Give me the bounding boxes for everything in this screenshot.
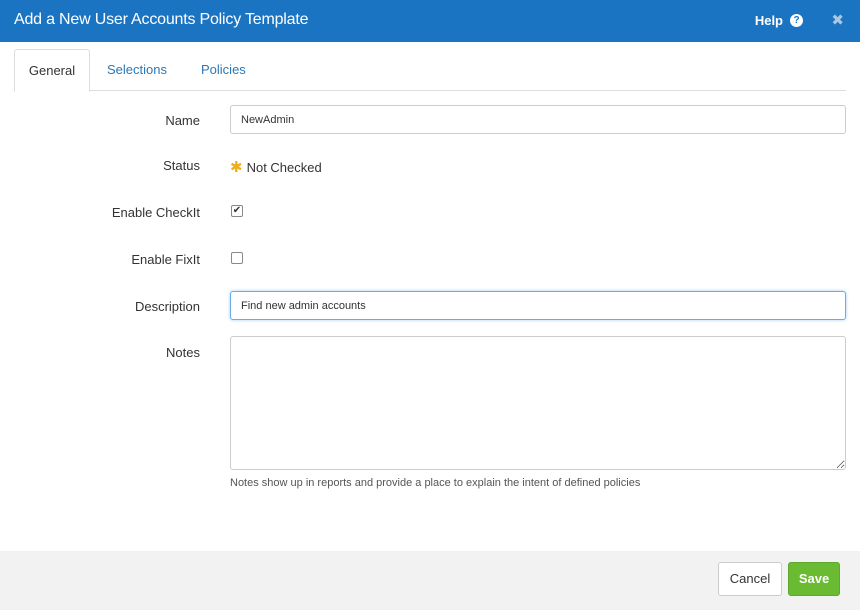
tab-selections[interactable]: Selections [107, 49, 167, 91]
status-value: Not Checked [246, 159, 322, 175]
status-indicator: ✱ Not Checked [230, 158, 322, 176]
enable-checkit-checkbox[interactable]: ✔ [231, 205, 243, 217]
close-icon[interactable]: ✖ [831, 11, 844, 29]
notes-hint: Notes show up in reports and provide a p… [230, 477, 641, 489]
help-link[interactable]: Help ? [755, 13, 803, 28]
asterisk-icon: ✱ [230, 159, 243, 176]
tab-general[interactable]: General [14, 49, 90, 92]
cancel-button[interactable]: Cancel [718, 562, 782, 596]
enable-checkit-label: Enable CheckIt [111, 205, 200, 220]
enable-fixit-checkbox[interactable] [231, 252, 243, 264]
save-button[interactable]: Save [788, 562, 840, 596]
dialog-header: Add a New User Accounts Policy Template … [0, 0, 860, 42]
name-label: Name [165, 113, 200, 128]
name-input[interactable] [230, 105, 846, 134]
dialog-title: Add a New User Accounts Policy Template [14, 11, 309, 28]
dialog-footer: Cancel Save [0, 551, 860, 610]
notes-label: Notes [166, 345, 200, 360]
description-label: Description [134, 299, 200, 314]
question-icon: ? [790, 14, 803, 27]
description-input[interactable] [230, 291, 846, 320]
tab-bar: General Selections Policies [14, 49, 846, 92]
enable-fixit-label: Enable FixIt [131, 252, 200, 267]
help-label: Help [754, 13, 783, 28]
status-label: Status [163, 158, 200, 173]
notes-textarea[interactable] [230, 336, 846, 470]
tab-policies[interactable]: Policies [201, 49, 246, 91]
